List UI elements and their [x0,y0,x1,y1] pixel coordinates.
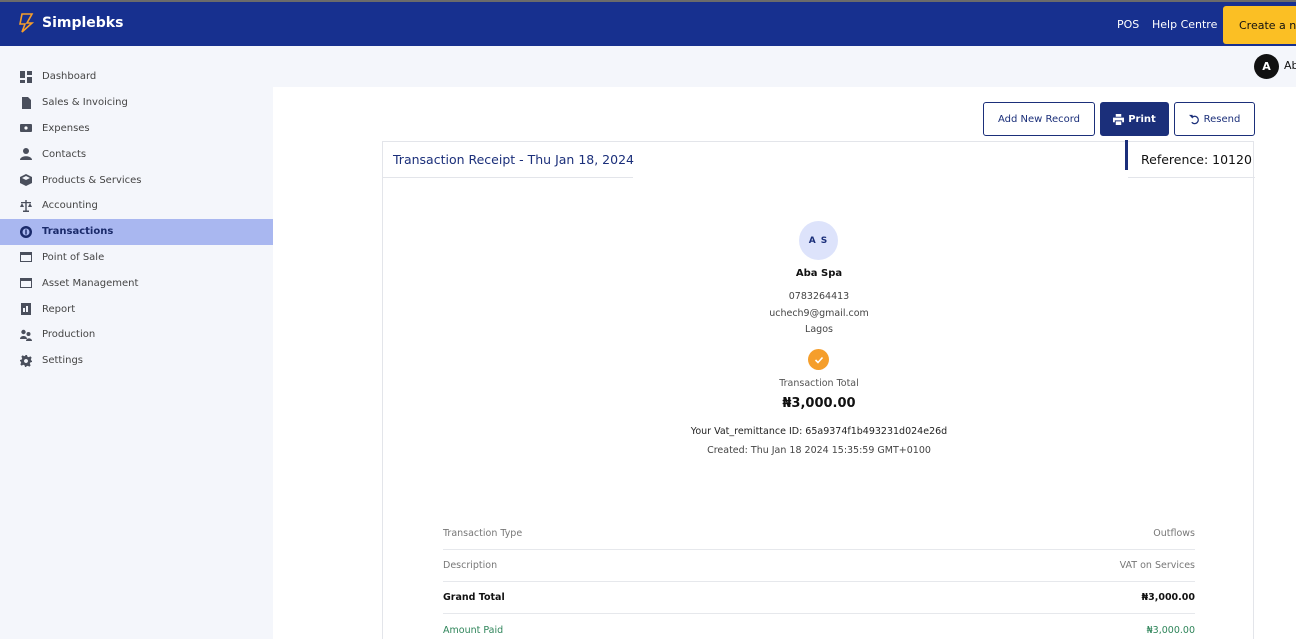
receipt-title: Transaction Receipt - Thu Jan 18, 2024 [393,152,634,167]
pos-link[interactable]: POS [1117,18,1139,31]
sidebar-item-report[interactable]: Report [0,296,273,322]
row-value: Outflows [1153,528,1195,539]
sidebar-item-label: Sales & Invoicing [42,97,128,109]
client-email: uchech9@gmail.com [769,308,869,319]
table-row: Amount Paid ₦3,000.00 [443,614,1195,639]
sidebar-item-label: Production [42,329,96,341]
sidebar-item-label: Products & Services [42,174,142,186]
sidebar-item-label: Point of Sale [42,251,105,263]
row-label: Grand Total [443,592,505,603]
sidebar-item-label: Dashboard [42,71,97,83]
dashboard-icon [20,70,32,83]
create-new-button[interactable]: Create a ne [1223,6,1296,44]
client-name: Aba Spa [795,268,843,279]
resend-label: Resend [1203,113,1241,125]
row-value: ₦3,000.00 [1146,624,1195,636]
top-navbar: Simplebks POS Help Centre Create a ne [0,0,1296,46]
person-icon [20,148,32,161]
print-label: Print [1128,113,1156,125]
sidebar-item-asset-management[interactable]: Asset Management [0,270,273,296]
divider [383,177,633,178]
sidebar-item-label: Contacts [42,148,87,160]
sidebar-item-accounting[interactable]: Accounting [0,193,273,219]
brand-name: Simplebks [42,15,124,31]
row-value: ₦3,000.00 [1141,592,1196,603]
transaction-total-label: Transaction Total [779,378,859,389]
reference-number: Reference: 10120 [1141,152,1252,167]
sidebar-item-label: Expenses [42,122,90,134]
print-button[interactable]: Print [1100,102,1169,136]
resend-button[interactable]: Resend [1174,102,1255,136]
user-name[interactable]: Ab [1284,59,1296,72]
document-icon [20,96,32,109]
reference-marker [1125,140,1128,170]
sidebar-item-contacts[interactable]: Contacts [0,141,273,167]
sidebar-item-products-services[interactable]: Products & Services [0,167,273,193]
transaction-total-value: ₦3,000.00 [782,396,856,411]
client-city: Lagos [805,324,833,335]
logo-icon [19,13,35,33]
user-avatar[interactable]: A [1254,54,1279,79]
add-new-record-button[interactable]: Add New Record [983,102,1095,136]
receipt-details: Transaction Type Outflows Description VA… [443,518,1195,639]
sidebar: Dashboard Sales & Invoicing Expenses Con… [0,64,273,374]
sidebar-item-sales-invoicing[interactable]: Sales & Invoicing [0,90,273,116]
sidebar-item-point-of-sale[interactable]: Point of Sale [0,245,273,271]
sidebar-item-label: Report [42,303,76,315]
scale-icon [20,199,32,212]
main-content: Add New Record Print Resend Transaction … [273,87,1296,639]
card-icon [20,277,32,289]
row-label: Amount Paid [443,624,504,636]
row-label: Description [443,560,498,571]
created-timestamp: Created: Thu Jan 18 2024 15:35:59 GMT+01… [707,445,931,456]
row-value: VAT on Services [1119,560,1195,571]
sidebar-item-expenses[interactable]: Expenses [0,116,273,142]
add-new-record-label: Add New Record [997,113,1081,125]
sidebar-item-dashboard[interactable]: Dashboard [0,64,273,90]
undo-icon [1188,114,1199,124]
sidebar-item-label: Transactions [42,226,114,238]
card-icon [20,251,32,263]
sidebar-item-production[interactable]: Production [0,322,273,348]
sidebar-item-label: Asset Management [42,277,139,289]
sidebar-item-settings[interactable]: Settings [0,348,273,374]
brand[interactable]: Simplebks [18,13,123,33]
receipt-card: Transaction Receipt - Thu Jan 18, 2024 R… [382,140,1255,639]
table-row: Description VAT on Services [443,550,1195,582]
sidebar-item-label: Settings [42,355,84,367]
sidebar-item-transactions[interactable]: Transactions [0,218,273,245]
client-avatar: A S [799,221,838,260]
row-label: Transaction Type [443,528,523,539]
report-icon [20,303,32,316]
printer-icon [1113,113,1125,125]
vat-remittance-id: Your Vat_remittance ID: 65a9374f1b493231… [690,426,948,437]
help-centre-link[interactable]: Help Centre [1152,18,1217,31]
people-icon [20,329,32,341]
table-row: Transaction Type Outflows [443,518,1195,550]
sidebar-item-label: Accounting [42,200,98,212]
box-icon [20,174,32,187]
check-icon [808,349,829,370]
client-phone: 0783264413 [788,291,850,302]
table-row: Grand Total ₦3,000.00 [443,582,1195,614]
wallet-icon [20,122,32,134]
gear-icon [20,354,32,367]
transactions-icon [20,225,32,238]
divider [1128,177,1255,178]
